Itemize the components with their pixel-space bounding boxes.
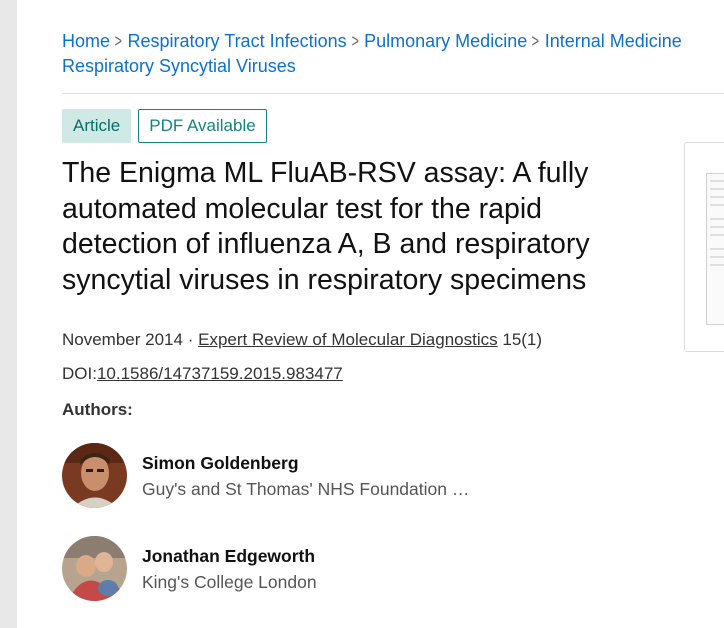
page-title: The Enigma ML FluAB-RSV assay: A fully a… <box>62 157 590 296</box>
publication-date: November 2014 <box>62 330 183 349</box>
author-name[interactable]: Simon Goldenberg <box>142 453 299 474</box>
breadcrumb-respiratory-tract-infections[interactable]: Respiratory Tract Infections <box>128 31 347 51</box>
doi-label: DOI: <box>62 364 97 383</box>
journal-volume: 15(1) <box>502 330 543 349</box>
author-affiliation: King's College London <box>142 572 317 592</box>
breadcrumb-pulmonary-medicine[interactable]: Pulmonary Medicine <box>364 31 527 51</box>
badge-row: Article PDF Available <box>62 109 267 143</box>
document-page-icon <box>706 173 724 325</box>
doi-link[interactable]: 10.1586/14737159.2015.983477 <box>97 364 343 383</box>
chevron-right-icon: > <box>351 31 359 51</box>
breadcrumb-respiratory-syncytial-viruses[interactable]: Respiratory Syncytial Viruses <box>62 56 296 76</box>
author-item[interactable]: Jonathan Edgeworth King's College London <box>62 536 582 602</box>
meta-separator: · <box>187 330 194 349</box>
chevron-right-icon: > <box>114 31 122 51</box>
breadcrumb: Home > Respiratory Tract Infections > Pulmon… <box>62 29 724 79</box>
authors-heading: Authors: <box>62 400 133 419</box>
main-content: Home > Respiratory Tract Infections > Pulmon… <box>62 0 724 628</box>
article-type-badge: Article <box>62 109 132 143</box>
author-name[interactable]: Jonathan Edgeworth <box>142 546 315 567</box>
left-rail <box>0 0 17 628</box>
divider <box>62 93 724 94</box>
pdf-preview-thumbnail[interactable] <box>684 142 724 352</box>
breadcrumb-home[interactable]: Home <box>62 31 110 51</box>
pdf-available-badge[interactable]: PDF Available <box>138 109 267 143</box>
publication-meta: November 2014 · Expert Review of Molecul… <box>62 327 542 352</box>
author-item[interactable]: Simon Goldenberg Guy's and St Thomas' NH… <box>62 443 582 509</box>
breadcrumb-internal-medicine[interactable]: Internal Medicine <box>545 31 682 51</box>
journal-link[interactable]: Expert Review of Molecular Diagnostics <box>198 330 498 349</box>
doi-line: DOI:10.1586/14737159.2015.983477 <box>62 361 343 386</box>
avatar[interactable] <box>62 443 127 508</box>
author-affiliation: Guy's and St Thomas' NHS Foundation … <box>142 479 470 499</box>
chevron-right-icon: > <box>531 31 540 51</box>
avatar[interactable] <box>62 536 127 601</box>
